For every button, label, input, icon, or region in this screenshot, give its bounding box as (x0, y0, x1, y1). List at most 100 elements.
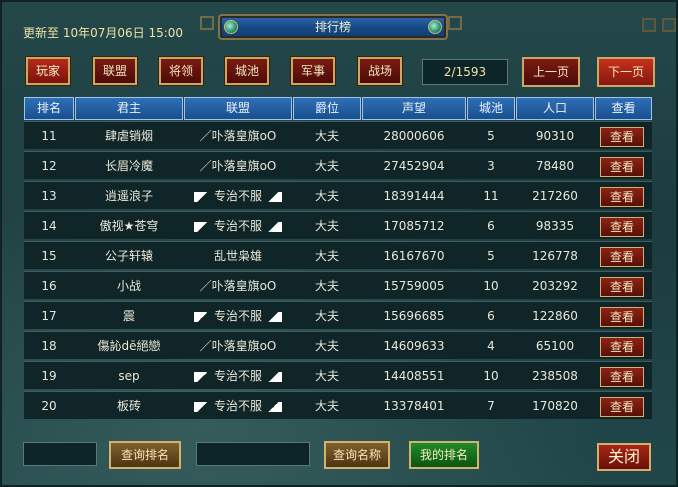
close-button[interactable]: 关闭 (597, 443, 651, 471)
col-view: 查看 (595, 97, 652, 120)
ranking-table: 排名 君主 联盟 爵位 声望 城池 人口 查看 11 肆虐销烟 ／卟落皇旗oO 大夫 2… (24, 97, 652, 422)
view-button[interactable]: 查看 (600, 247, 644, 267)
table-row: 17 震 专治不服 大夫 15696685 6 122860 查看 (24, 301, 652, 329)
table-row: 20 板砖 专治不服 大夫 13378401 7 170820 查看 (24, 391, 652, 419)
cell-rank: 11 (41, 129, 57, 143)
alliance-name: 专治不服 (213, 189, 262, 203)
view-button[interactable]: 查看 (600, 187, 644, 207)
cell-alliance: 专治不服 (184, 212, 292, 240)
col-title: 爵位 (293, 97, 361, 120)
cell-population: 122860 (532, 309, 578, 323)
cell-prestige: 15759005 (383, 279, 445, 293)
alliance-flag-right-icon (262, 401, 282, 412)
cell-title: 大夫 (314, 369, 339, 383)
view-button[interactable]: 查看 (600, 217, 644, 237)
table-row: 18 傷訫dē絕戀 ／卟落皇旗oO 大夫 14609633 4 65100 查看 (24, 331, 652, 359)
view-button[interactable]: 查看 (600, 307, 644, 327)
cell-population: 217260 (532, 189, 578, 203)
query-name-button[interactable]: 查询名称 (324, 441, 390, 469)
cell-prestige: 14408551 (383, 369, 445, 383)
cell-cities: 10 (483, 369, 499, 383)
tab-battlefield[interactable]: 战场 (358, 57, 402, 85)
cell-lord: 板砖 (116, 399, 141, 413)
cell-alliance: ／卟落皇旗oO (199, 339, 277, 353)
alliance-name: 专治不服 (213, 399, 262, 413)
col-rank: 排名 (24, 97, 74, 120)
window-title: 排行榜 (314, 20, 351, 34)
prev-page-button[interactable]: 上一页 (522, 57, 580, 87)
view-button[interactable]: 查看 (600, 337, 644, 357)
cell-rank: 15 (41, 249, 57, 263)
table-row: 19 sep 专治不服 大夫 14408551 10 238508 查看 (24, 361, 652, 389)
cell-prestige: 13378401 (383, 399, 445, 413)
cell-cities: 10 (483, 279, 499, 293)
alliance-flag-left-icon (193, 401, 214, 412)
tab-cities[interactable]: 城池 (225, 57, 269, 85)
jade-gem-icon (428, 20, 442, 34)
cell-prestige: 17085712 (383, 219, 445, 233)
cell-title: 大夫 (314, 129, 339, 143)
alliance-flag-left-icon (193, 191, 214, 202)
table-row: 14 傲视★苍穹 专治不服 大夫 17085712 6 98335 查看 (24, 211, 652, 239)
cell-prestige: 27452904 (383, 159, 445, 173)
table-row: 15 公子轩辕 乱世枭雄 大夫 16167670 5 126778 查看 (24, 241, 652, 269)
title-ornament-left (200, 16, 214, 30)
alliance-flag-right-icon (262, 221, 282, 232)
title-plate: 排行榜 (218, 14, 448, 40)
table-row: 12 长眉冷魔 ／卟落皇旗oO 大夫 27452904 3 78480 查看 (24, 151, 652, 179)
cell-rank: 20 (41, 399, 57, 413)
view-button[interactable]: 查看 (600, 277, 644, 297)
view-button[interactable]: 查看 (600, 157, 644, 177)
corner-ornament (642, 18, 656, 32)
cell-rank: 13 (41, 189, 57, 203)
my-rank-button[interactable]: 我的排名 (409, 441, 479, 469)
table-row: 11 肆虐销烟 ／卟落皇旗oO 大夫 28000606 5 90310 查看 (24, 121, 652, 149)
rank-query-input[interactable] (23, 442, 97, 466)
query-rank-button[interactable]: 查询排名 (109, 441, 181, 469)
tab-military[interactable]: 军事 (291, 57, 335, 85)
next-page-button[interactable]: 下一页 (597, 57, 655, 87)
table-header: 排名 君主 联盟 爵位 声望 城池 人口 查看 (24, 97, 652, 120)
view-button[interactable]: 查看 (600, 127, 644, 147)
leaderboard-window: 更新至 10年07月06日 15:00 排行榜 玩家 联盟 将领 城池 军事 战… (0, 0, 678, 487)
view-button[interactable]: 查看 (600, 397, 644, 417)
cell-population: 65100 (535, 339, 575, 353)
cell-alliance: 专治不服 (184, 302, 292, 330)
cell-cities: 4 (487, 339, 495, 353)
tab-alliances[interactable]: 联盟 (93, 57, 137, 85)
cell-alliance: ／卟落皇旗oO (199, 129, 277, 143)
cell-title: 大夫 (314, 189, 339, 203)
table-row: 16 小战 ／卟落皇旗oO 大夫 15759005 10 203292 查看 (24, 271, 652, 299)
cell-title: 大夫 (314, 309, 339, 323)
cell-rank: 17 (41, 309, 57, 323)
cell-prestige: 15696685 (383, 309, 445, 323)
alliance-name: 专治不服 (213, 369, 262, 383)
table-row: 13 逍遥浪子 专治不服 大夫 18391444 11 217260 查看 (24, 181, 652, 209)
cell-population: 203292 (532, 279, 578, 293)
cell-rank: 12 (41, 159, 57, 173)
name-query-input[interactable] (196, 442, 310, 466)
cell-cities: 7 (487, 399, 495, 413)
cell-lord: sep (118, 369, 140, 383)
cell-alliance: ／卟落皇旗oO (199, 279, 277, 293)
cell-alliance: 专治不服 (184, 182, 292, 210)
cell-prestige: 18391444 (383, 189, 445, 203)
cell-population: 90310 (535, 129, 575, 143)
cell-cities: 5 (487, 249, 495, 263)
alliance-flag-right-icon (262, 311, 282, 322)
col-lord: 君主 (75, 97, 183, 120)
corner-ornament (662, 18, 676, 32)
cell-cities: 11 (483, 189, 499, 203)
cell-alliance: 专治不服 (184, 362, 292, 390)
cell-rank: 14 (41, 219, 57, 233)
cell-cities: 6 (487, 309, 495, 323)
view-button[interactable]: 查看 (600, 367, 644, 387)
cell-title: 大夫 (314, 339, 339, 353)
cell-lord: 震 (122, 309, 135, 323)
jade-gem-icon (224, 20, 238, 34)
cell-title: 大夫 (314, 279, 339, 293)
cell-title: 大夫 (314, 159, 339, 173)
tab-players[interactable]: 玩家 (26, 57, 70, 85)
col-cities: 城池 (467, 97, 515, 120)
tab-generals[interactable]: 将领 (159, 57, 203, 85)
